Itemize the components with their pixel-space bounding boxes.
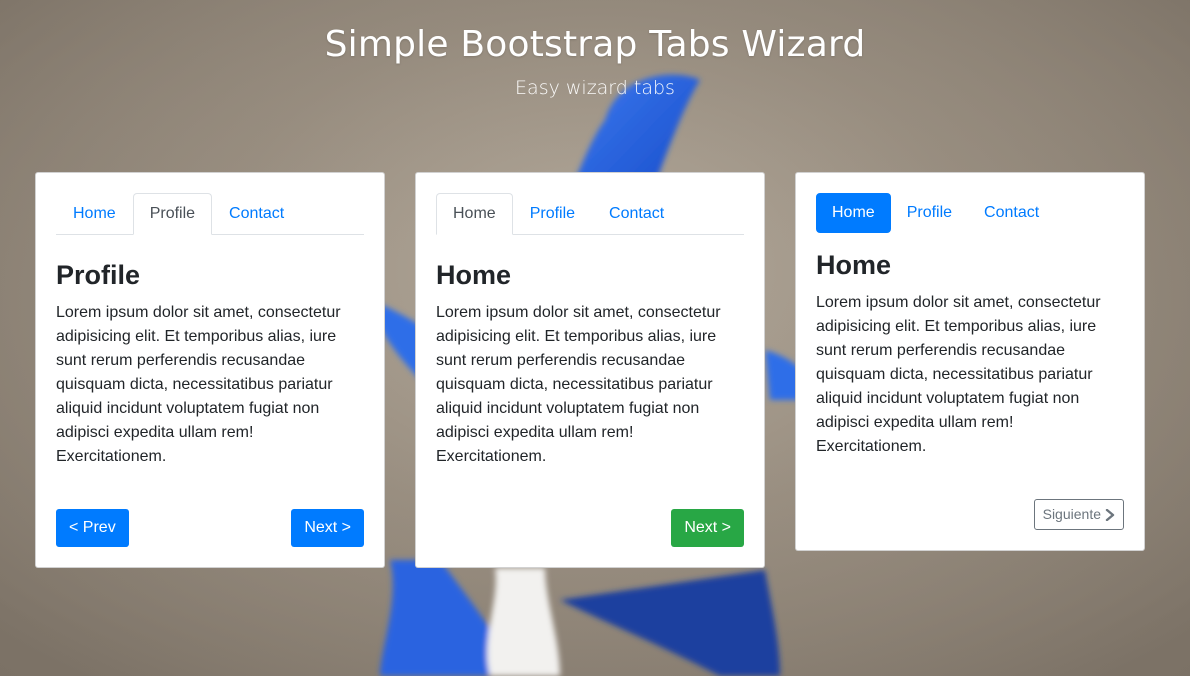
tab-content-text: Lorem ipsum dolor sit amet, consectetur … [436, 304, 721, 465]
page-title: Simple Bootstrap Tabs Wizard [324, 24, 866, 65]
tab-contact[interactable]: Contact [592, 193, 681, 235]
page-subtitle: Easy wizard tabs [515, 77, 675, 99]
tab-home[interactable]: Home [56, 193, 133, 235]
tab-profile[interactable]: Profile [132, 193, 213, 235]
next-button[interactable]: Next > [291, 509, 364, 547]
tab-contact[interactable]: Contact [212, 193, 301, 235]
pill-bar: Home Profile Contact [816, 193, 1124, 233]
tab-content-text: Lorem ipsum dolor sit amet, consectetur … [56, 304, 341, 465]
next-button[interactable]: Next > [671, 509, 744, 547]
tab-bar: Home Profile Contact [436, 193, 744, 235]
pill-home[interactable]: Home [816, 193, 891, 233]
pill-profile[interactable]: Profile [891, 193, 968, 233]
tab-profile[interactable]: Profile [513, 193, 592, 235]
tab-bar: Home Profile Contact [56, 193, 364, 235]
pill-contact[interactable]: Contact [968, 193, 1055, 233]
tab-content-text: Lorem ipsum dolor sit amet, consectetur … [816, 294, 1101, 455]
wizard-card-1: Home Profile Contact Profile Lorem ipsum… [35, 172, 385, 568]
prev-button[interactable]: < Prev [56, 509, 129, 547]
siguiente-label: Siguiente [1042, 506, 1101, 522]
tab-content-heading: Profile [56, 260, 141, 290]
tab-home[interactable]: Home [436, 193, 513, 235]
wizard-card-2: Home Profile Contact Home Lorem ipsum do… [415, 172, 765, 568]
siguiente-button[interactable]: Siguiente [1033, 499, 1124, 530]
wizard-card-3: Home Profile Contact Home Lorem ipsum do… [795, 172, 1145, 551]
tab-content-heading: Home [816, 250, 892, 280]
page-header: Simple Bootstrap Tabs Wizard Easy wizard… [0, 0, 1190, 99]
chevron-right-icon [1105, 508, 1115, 521]
tab-content-heading: Home [436, 260, 512, 290]
